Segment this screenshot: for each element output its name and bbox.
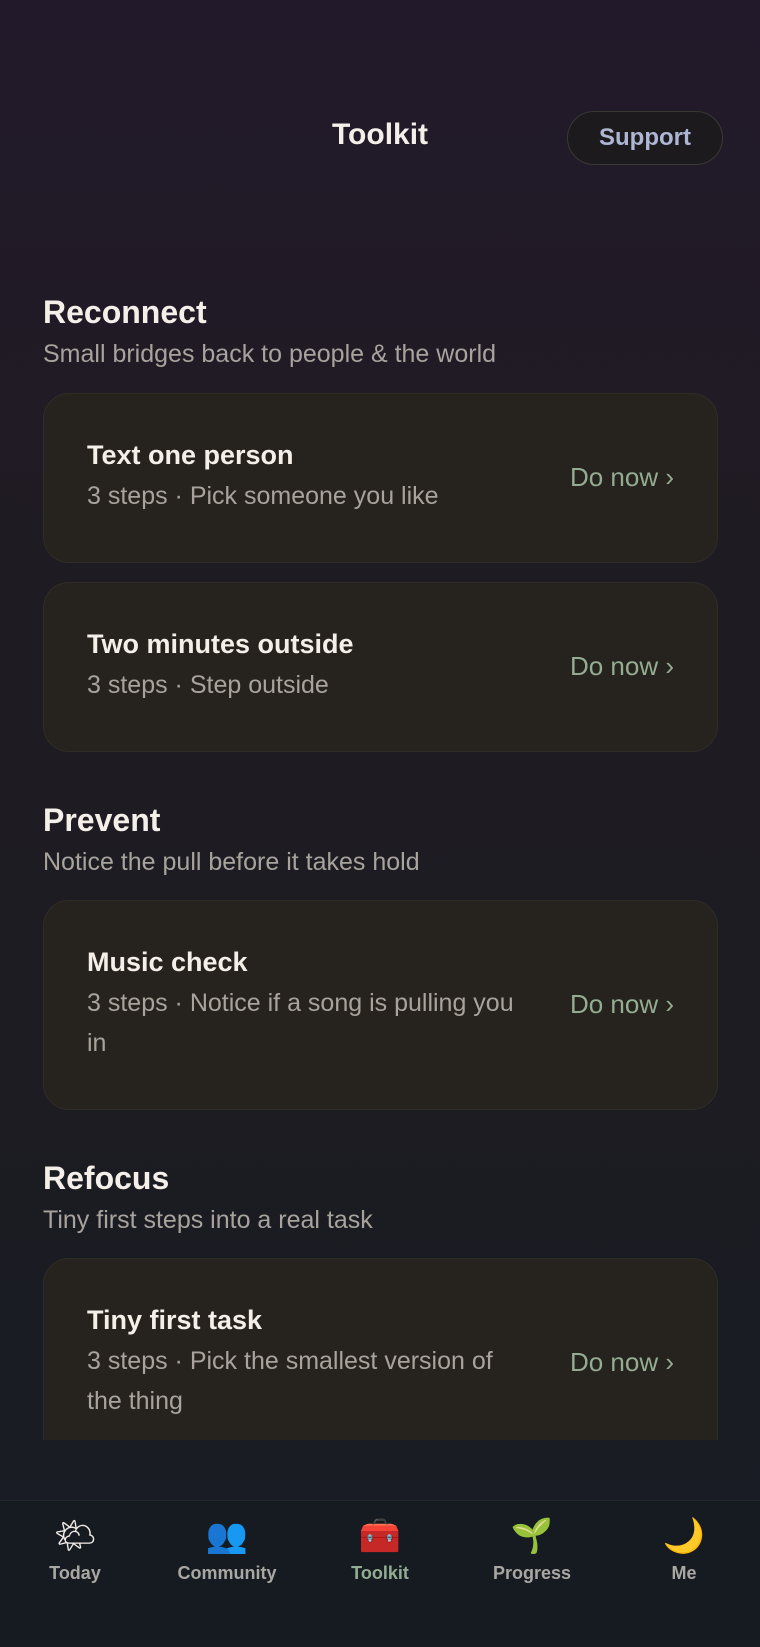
people-icon: 👥: [205, 1517, 249, 1555]
tab-label: Toolkit: [351, 1563, 409, 1583]
card-title: Tiny first task: [87, 1305, 263, 1335]
crescent-moon-icon: 🌙: [662, 1517, 706, 1555]
tab-bar: 🌤 Today 👥 Community 🧰 Toolkit 🌱 Progress…: [0, 1500, 760, 1647]
card-two-minutes-outside[interactable]: Two minutes outside 3 steps · Step outsi…: [43, 582, 718, 752]
card-meta: 3 steps · Step outside: [87, 671, 329, 699]
tab-community[interactable]: 👥 Community: [157, 1515, 297, 1584]
card-meta: 3 steps · Pick someone you like: [87, 482, 439, 510]
section-reconnect: Reconnect Small bridges back to people &…: [43, 292, 718, 370]
tab-label: Me: [671, 1563, 697, 1583]
tab-label: Progress: [492, 1563, 572, 1583]
card-title: Music check: [87, 947, 248, 977]
section-subtitle: Notice the pull before it takes hold: [43, 848, 420, 876]
do-now-button[interactable]: Do now ›: [570, 1347, 674, 1378]
sun-behind-cloud-icon: 🌤: [53, 1517, 97, 1555]
section-subtitle: Tiny first steps into a real task: [43, 1206, 373, 1234]
do-now-button[interactable]: Do now ›: [570, 462, 674, 493]
tab-today[interactable]: 🌤 Today: [5, 1515, 145, 1584]
section-title: Refocus: [43, 1160, 170, 1196]
toolbox-icon: 🧰: [358, 1517, 402, 1555]
tab-label: Today: [49, 1563, 101, 1583]
section-prevent: Prevent Notice the pull before it takes …: [43, 800, 718, 878]
card-title: Text one person: [87, 440, 294, 470]
toolkit-content[interactable]: Reconnect Small bridges back to people &…: [0, 260, 760, 1440]
seedling-icon: 🌱: [510, 1517, 554, 1555]
card-text-one-person[interactable]: Text one person 3 steps · Pick someone y…: [43, 393, 718, 563]
card-meta: 3 steps · Notice if a song is pulling yo…: [87, 989, 514, 1057]
header: Toolkit Support: [0, 0, 760, 200]
section-refocus: Refocus Tiny first steps into a real tas…: [43, 1158, 718, 1236]
do-now-button[interactable]: Do now ›: [570, 989, 674, 1020]
card-tiny-first-task[interactable]: Tiny first task 3 steps · Pick the small…: [43, 1258, 718, 1440]
tab-progress[interactable]: 🌱 Progress: [462, 1515, 602, 1584]
section-title: Reconnect: [43, 294, 207, 330]
do-now-button[interactable]: Do now ›: [570, 651, 674, 682]
tab-me[interactable]: 🌙 Me: [614, 1515, 754, 1584]
card-title: Two minutes outside: [87, 629, 354, 659]
card-meta: 3 steps · Pick the smallest version of t…: [87, 1347, 493, 1415]
tab-label: Community: [177, 1563, 277, 1583]
card-music-check[interactable]: Music check 3 steps · Notice if a song i…: [43, 900, 718, 1110]
section-subtitle: Small bridges back to people & the world: [43, 340, 497, 368]
support-button[interactable]: Support: [567, 111, 723, 165]
section-title: Prevent: [43, 802, 161, 838]
tab-toolkit[interactable]: 🧰 Toolkit: [310, 1515, 450, 1584]
